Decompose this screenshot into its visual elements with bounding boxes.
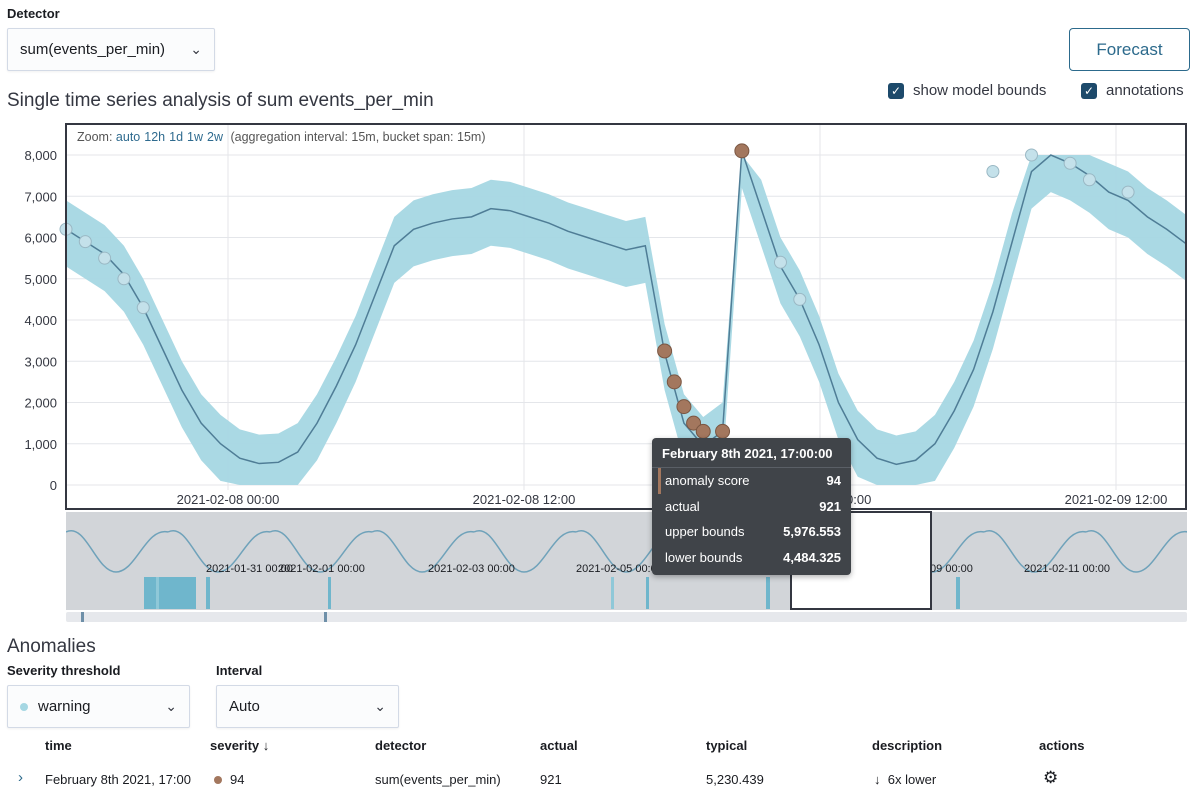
context-anomaly-bar [611, 577, 614, 609]
y-tick-label: 4,000 [24, 313, 57, 328]
y-tick-label: 0 [50, 478, 57, 493]
aggregation-info: (aggregation interval: 15m, bucket span:… [230, 130, 486, 144]
context-anomaly-bar [144, 577, 196, 609]
arrow-down-icon: ↓ [874, 772, 881, 787]
col-typical[interactable]: typical [706, 738, 747, 753]
y-tick-label: 3,000 [24, 354, 57, 369]
col-severity[interactable]: severity ↓ [210, 738, 269, 753]
chevron-down-icon: ⌄ [374, 698, 386, 714]
anomaly-tooltip: February 8th 2021, 17:00:00 anomaly scor… [652, 438, 851, 575]
anomalies-title: Anomalies [7, 636, 96, 657]
interval-label: Interval [216, 663, 263, 678]
y-tick-label: 2,000 [24, 396, 57, 411]
row-detector: sum(events_per_min) [375, 772, 501, 787]
row-time: February 8th 2021, 17:00 [45, 772, 191, 787]
col-actions: actions [1039, 738, 1085, 753]
chart-frame [65, 123, 1187, 510]
y-tick-label: 8,000 [24, 148, 57, 163]
interval-select[interactable]: Auto ⌄ [216, 685, 399, 728]
context-anomaly-bar [156, 577, 159, 609]
context-anomaly-bar [646, 577, 649, 609]
tooltip-row: lower bounds 4,484.325 [665, 549, 841, 565]
gear-icon[interactable]: ⚙ [1043, 768, 1058, 788]
col-actual[interactable]: actual [540, 738, 578, 753]
context-anomaly-bar [766, 577, 770, 609]
expand-row-icon[interactable]: › [18, 769, 23, 786]
context-tick-label: 2021-02-01 00:00 [278, 563, 365, 575]
chevron-down-icon: ⌄ [165, 698, 177, 714]
zoom-auto[interactable]: auto [116, 130, 140, 144]
severity-select[interactable]: warning ⌄ [7, 685, 190, 728]
interval-value: Auto [229, 698, 260, 715]
context-tick-label: 2021-02-05 00:00 [576, 563, 663, 575]
y-tick-label: 5,000 [24, 272, 57, 287]
tooltip-row: actual 921 [665, 498, 841, 514]
context-tick-label: 2021-02-11 00:00 [1024, 563, 1110, 575]
y-tick-label: 1,000 [24, 437, 57, 452]
zoom-1w[interactable]: 1w [187, 130, 203, 144]
tooltip-row: anomaly score 94 [658, 468, 851, 494]
severity-dot-icon [214, 776, 222, 784]
zoom-controls: Zoom: auto 12h 1d 1w 2w (aggregation interva… [77, 130, 485, 144]
context-scrollbar[interactable] [66, 612, 1187, 622]
row-typical: 5,230.439 [706, 772, 764, 787]
zoom-12h[interactable]: 12h [144, 130, 165, 144]
context-tick-label: 2021-02-03 00:00 [428, 563, 515, 575]
sort-down-icon: ↓ [262, 738, 270, 753]
col-detector[interactable]: detector [375, 738, 426, 753]
row-description: ↓ 6x lower [874, 772, 937, 787]
y-tick-label: 6,000 [24, 231, 57, 246]
severity-value: warning [38, 698, 91, 715]
severity-label: Severity threshold [7, 663, 121, 678]
tooltip-row: upper bounds 5,976.553 [665, 524, 841, 540]
warning-dot-icon [20, 702, 28, 711]
context-anomaly-bar [206, 577, 210, 609]
context-anomaly-bar [956, 577, 960, 609]
context-anomaly-bar [328, 577, 331, 609]
zoom-1d[interactable]: 1d [169, 130, 183, 144]
row-actual: 921 [540, 772, 562, 787]
y-tick-label: 7,000 [24, 189, 57, 204]
row-severity: 94 [214, 772, 244, 787]
zoom-2w[interactable]: 2w [207, 130, 223, 144]
col-description[interactable]: description [872, 738, 942, 753]
col-time[interactable]: time [45, 738, 72, 753]
context-chart[interactable]: 2021-01-31 00:00 2021-02-01 00:00 2021-02-… [65, 512, 1189, 610]
zoom-prefix: Zoom: [77, 130, 113, 144]
context-line [65, 529, 169, 573]
tooltip-title: February 8th 2021, 17:00:00 [652, 438, 851, 468]
